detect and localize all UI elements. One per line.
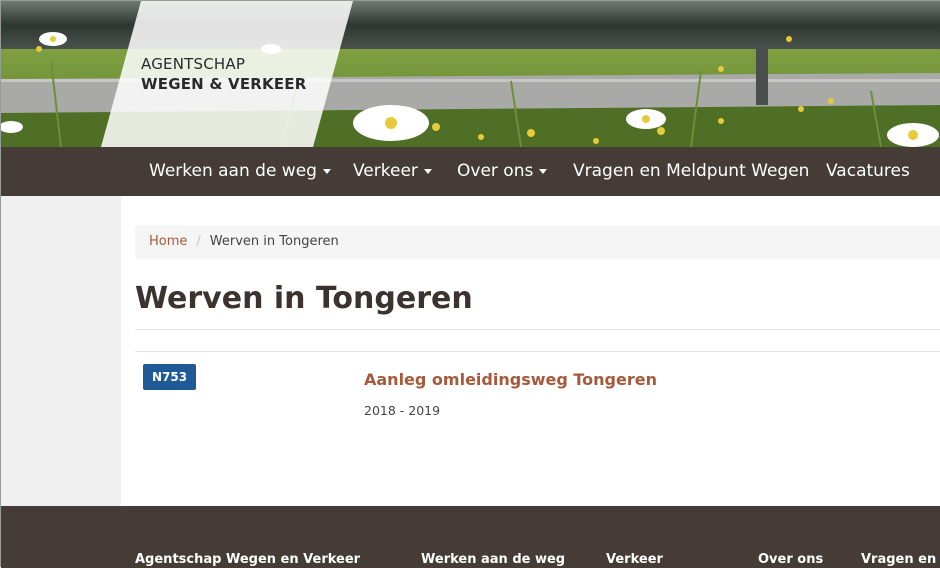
nav-item-over-ons[interactable]: Over ons [457, 147, 548, 196]
road-badge: N753 [143, 364, 196, 390]
footer: Agentschap Wegen en Verkeer Werken aan d… [1, 506, 940, 568]
nav-item-label: Werken aan de weg [149, 161, 317, 181]
nav-item-label: Verkeer [353, 161, 418, 181]
main-nav: Werken aan de weg Verkeer Over ons Vrage… [1, 147, 940, 196]
footer-heading-werken: Werken aan de weg [421, 552, 566, 567]
footer-heading-vragen: Vragen en Me [861, 552, 940, 567]
divider [135, 351, 940, 352]
breadcrumb: Home / Werven in Tongeren [135, 225, 940, 259]
page-title: Werven in Tongeren [135, 281, 473, 316]
agency-logo[interactable]: AGENTSCHAP WEGEN & VERKEER [141, 54, 307, 94]
caret-down-icon [322, 168, 331, 174]
nav-item-label: Over ons [457, 161, 534, 181]
left-sidebar [1, 196, 121, 506]
project-title-link[interactable]: Aanleg omleidingsweg Tongeren [364, 370, 657, 389]
header-banner: AGENTSCHAP WEGEN & VERKEER [1, 1, 940, 147]
breadcrumb-home-link[interactable]: Home [149, 234, 187, 249]
breadcrumb-current: Werven in Tongeren [209, 234, 339, 249]
footer-heading-verkeer: Verkeer [606, 552, 663, 567]
divider [135, 329, 940, 330]
footer-heading-agency: Agentschap Wegen en Verkeer [135, 552, 361, 567]
footer-heading-over-ons: Over ons [758, 552, 824, 567]
nav-item-vragen-en-meldpunt-wegen[interactable]: Vragen en Meldpunt Wegen [573, 147, 809, 196]
logo-line-1: AGENTSCHAP [141, 55, 246, 73]
caret-down-icon [423, 168, 432, 174]
nav-item-label: Vragen en Meldpunt Wegen [573, 161, 810, 181]
nav-item-label: Vacatures [826, 161, 910, 181]
logo-line-2: WEGEN & VERKEER [141, 75, 307, 93]
nav-item-werken-aan-de-weg[interactable]: Werken aan de weg [149, 147, 331, 196]
nav-item-vacatures[interactable]: Vacatures [826, 147, 910, 196]
caret-down-icon [539, 168, 548, 174]
breadcrumb-separator: / [196, 234, 201, 249]
project-years: 2018 - 2019 [364, 403, 441, 418]
nav-item-verkeer[interactable]: Verkeer [353, 147, 432, 196]
